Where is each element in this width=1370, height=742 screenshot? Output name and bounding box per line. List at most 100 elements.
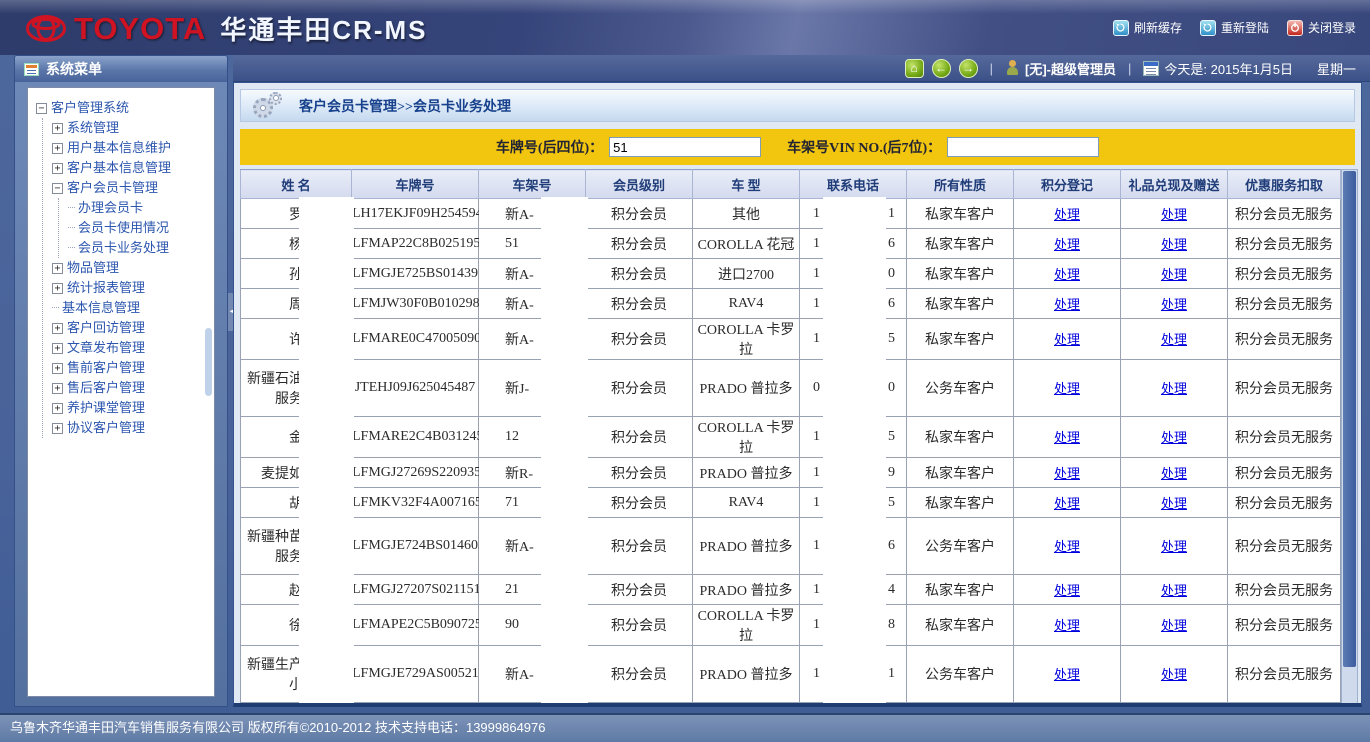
tree-connector [52,307,59,308]
sidebar-subitem-label[interactable]: 会员卡使用情况 [78,220,169,235]
header-action-2[interactable]: 关闭登录 [1287,19,1356,36]
level-cell: 积分会员 [586,229,693,259]
sidebar-item-3[interactable]: −客户会员卡管理 [52,178,212,198]
sidebar-item-2[interactable]: + 客户基本信息管理 [52,158,212,178]
sidebar-item-6[interactable]: 基本信息管理 [52,298,212,318]
sidebar-item-10[interactable]: + 售后客户管理 [52,378,212,398]
sidebar-item-9[interactable]: + 售前客户管理 [52,358,212,378]
expand-icon[interactable]: + [52,363,63,374]
vin-input[interactable] [947,137,1099,157]
tree-root-label[interactable]: 客户管理系统 [51,100,129,115]
sidebar-item-label[interactable]: 客户会员卡管理 [67,180,158,195]
collapse-icon[interactable]: − [36,103,47,114]
phone-cell: 00 [800,360,907,417]
phone-cell: 15 [800,319,907,360]
points-process-link[interactable]: 处理 [1054,267,1080,282]
sidebar-item-label[interactable]: 协议客户管理 [67,420,145,435]
sidebar-item-label[interactable]: 售后客户管理 [67,380,145,395]
collapse-icon[interactable]: − [52,183,63,194]
owner-type-cell: 私家车客户 [907,458,1014,488]
expand-icon[interactable]: + [52,383,63,394]
phone-cell: 15 [800,703,907,708]
header-action-0[interactable]: 刷新缓存 [1113,19,1182,36]
owner-type-cell: 私家车客户 [907,199,1014,229]
back-button[interactable]: ← [932,59,951,78]
expand-icon[interactable]: + [52,343,63,354]
points-process-link[interactable]: 处理 [1054,667,1080,682]
expand-icon[interactable]: + [52,423,63,434]
table-scrollbar[interactable] [1341,169,1358,707]
gift-process-link[interactable]: 处理 [1161,496,1187,511]
expand-icon[interactable]: + [52,123,63,134]
points-process-link[interactable]: 处理 [1054,237,1080,252]
gift-process-link[interactable]: 处理 [1161,381,1187,396]
points-process-link[interactable]: 处理 [1054,430,1080,445]
sidebar-item-0[interactable]: + 系统管理 [52,118,212,138]
tree-scrollbar-thumb[interactable] [205,328,212,396]
gift-process-link[interactable]: 处理 [1161,618,1187,633]
sidebar-item-label[interactable]: 客户基本信息管理 [67,160,171,175]
sidebar-item-1[interactable]: + 用户基本信息维护 [52,138,212,158]
expand-icon[interactable]: + [52,263,63,274]
sidebar-subitem-label[interactable]: 办理会员卡 [78,200,143,215]
gift-process-link[interactable]: 处理 [1161,583,1187,598]
sidebar-item-label[interactable]: 客户回访管理 [67,320,145,335]
sidebar-subitem-0[interactable]: 办理会员卡 [68,198,212,218]
sidebar-item-label[interactable]: 统计报表管理 [67,280,145,295]
sidebar-item-label[interactable]: 文章发布管理 [67,340,145,355]
points-process-link[interactable]: 处理 [1054,297,1080,312]
points-process-link[interactable]: 处理 [1054,496,1080,511]
gift-process-link[interactable]: 处理 [1161,267,1187,282]
sidebar-item-label[interactable]: 养护课堂管理 [67,400,145,415]
tree-root-item[interactable]: −客户管理系统 [36,98,212,118]
points-process-link[interactable]: 处理 [1054,466,1080,481]
gift-process-link[interactable]: 处理 [1161,667,1187,682]
points-process-link[interactable]: 处理 [1054,207,1080,222]
header-action-1[interactable]: 重新登陆 [1200,19,1269,36]
sidebar-subitem-1[interactable]: 会员卡使用情况 [68,218,212,238]
points-process-link[interactable]: 处理 [1054,332,1080,347]
name-cell: 胡 [241,488,352,518]
member-name: 金 [241,427,303,447]
sidebar-item-label[interactable]: 基本信息管理 [62,300,140,315]
forward-button[interactable]: → [959,59,978,78]
sidebar-item-7[interactable]: + 客户回访管理 [52,318,212,338]
gift-process-link[interactable]: 处理 [1161,430,1187,445]
sidebar-item-8[interactable]: + 文章发布管理 [52,338,212,358]
points-process-link[interactable]: 处理 [1054,583,1080,598]
expand-icon[interactable]: + [52,143,63,154]
table-scrollbar-thumb[interactable] [1343,171,1356,667]
expand-icon[interactable]: + [52,403,63,414]
points-process-link[interactable]: 处理 [1054,381,1080,396]
redaction-mask [823,516,886,576]
points-cell: 处理 [1014,646,1121,703]
gift-process-link[interactable]: 处理 [1161,237,1187,252]
points-process-link[interactable]: 处理 [1054,618,1080,633]
sidebar-item-label[interactable]: 物品管理 [67,260,119,275]
gift-process-link[interactable]: 处理 [1161,539,1187,554]
sidebar-item-12[interactable]: + 协议客户管理 [52,418,212,438]
sidebar-subitem-2[interactable]: 会员卡业务处理 [68,238,212,258]
expand-icon[interactable]: + [52,163,63,174]
home-button[interactable]: ⌂ [905,59,924,78]
points-cell: 处理 [1014,518,1121,575]
sidebar-item-label[interactable]: 系统管理 [67,120,119,135]
level-cell: 积分会员 [586,605,693,646]
gift-process-link[interactable]: 处理 [1161,207,1187,222]
gift-process-link[interactable]: 处理 [1161,297,1187,312]
gift-process-link[interactable]: 处理 [1161,332,1187,347]
sidebar-subitem-label[interactable]: 会员卡业务处理 [78,240,169,255]
sidebar-item-5[interactable]: + 统计报表管理 [52,278,212,298]
expand-icon[interactable]: + [52,283,63,294]
vin-text: LFMGJ27207S021151 [352,582,481,597]
sidebar-item-label[interactable]: 售前客户管理 [67,360,145,375]
sidebar-item-11[interactable]: + 养护课堂管理 [52,398,212,418]
phone-cell: 16 [800,289,907,319]
tree-connector [68,207,75,208]
gift-process-link[interactable]: 处理 [1161,466,1187,481]
sidebar-item-label[interactable]: 用户基本信息维护 [67,140,171,155]
expand-icon[interactable]: + [52,323,63,334]
sidebar-item-4[interactable]: + 物品管理 [52,258,212,278]
plate-input[interactable] [609,137,761,157]
points-process-link[interactable]: 处理 [1054,539,1080,554]
